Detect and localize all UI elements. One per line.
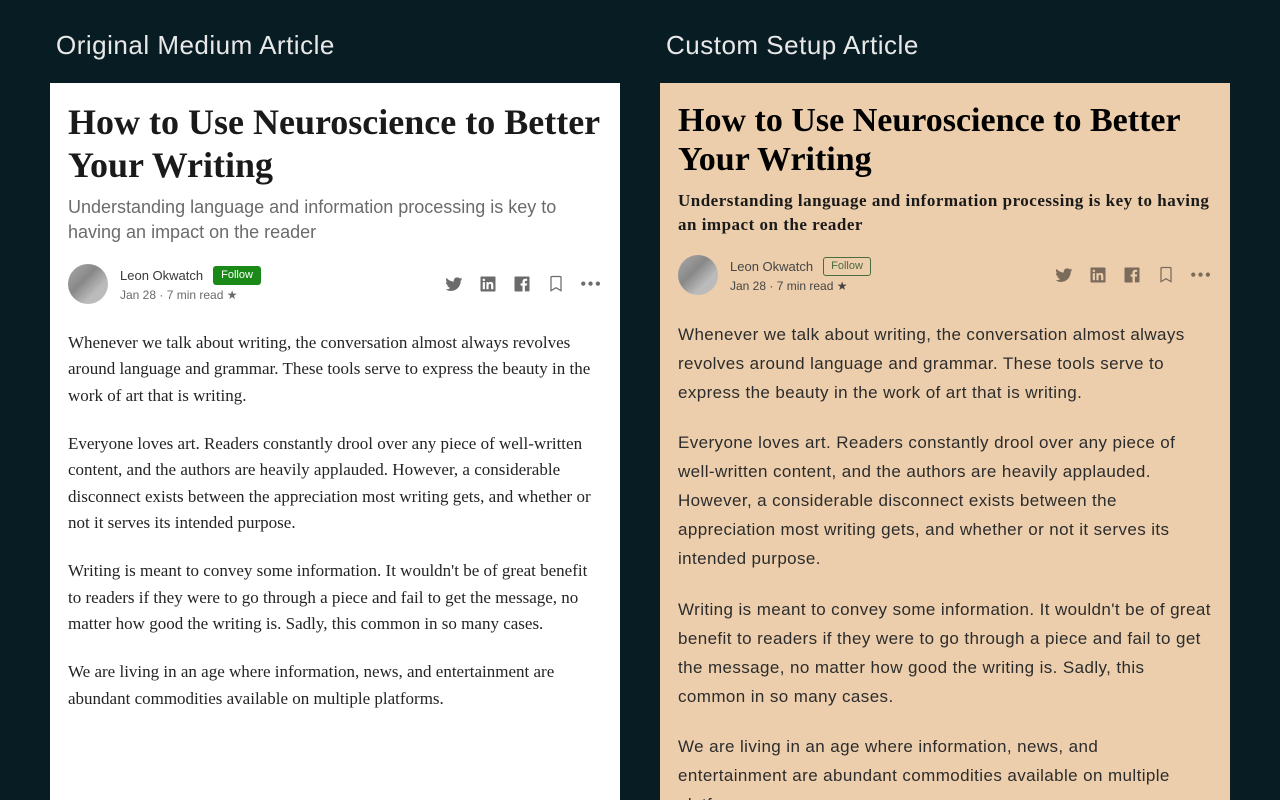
more-icon[interactable]: ••• (1190, 266, 1212, 284)
original-column: Original Medium Article How to Use Neuro… (50, 30, 620, 800)
custom-column: Custom Setup Article How to Use Neurosci… (660, 30, 1230, 800)
date-readtime: Jan 28 · 7 min read ★ (730, 279, 871, 293)
facebook-icon[interactable] (1122, 265, 1142, 285)
custom-article: How to Use Neuroscience to Better Your W… (660, 83, 1230, 800)
paragraph: We are living in an age where informatio… (678, 733, 1212, 800)
paragraph: Writing is meant to convey some informat… (68, 558, 602, 637)
custom-label: Custom Setup Article (666, 30, 1230, 61)
paragraph: Whenever we talk about writing, the conv… (68, 330, 602, 409)
article-title: How to Use Neuroscience to Better Your W… (68, 101, 602, 187)
author-name[interactable]: Leon Okwatch (120, 268, 203, 283)
article-body: Whenever we talk about writing, the conv… (678, 321, 1212, 800)
article-title: How to Use Neuroscience to Better Your W… (678, 101, 1212, 179)
meta-text: Leon Okwatch Follow Jan 28 · 7 min read … (120, 266, 261, 302)
follow-button[interactable]: Follow (213, 266, 261, 285)
original-label: Original Medium Article (56, 30, 620, 61)
paragraph: Writing is meant to convey some informat… (678, 596, 1212, 712)
date-readtime: Jan 28 · 7 min read ★ (120, 288, 261, 302)
paragraph: We are living in an age where informatio… (68, 659, 602, 712)
paragraph: Whenever we talk about writing, the conv… (678, 321, 1212, 408)
linkedin-icon[interactable] (478, 274, 498, 294)
twitter-icon[interactable] (444, 274, 464, 294)
meta-row: Leon Okwatch Follow Jan 28 · 7 min read … (68, 264, 602, 304)
author-name[interactable]: Leon Okwatch (730, 259, 813, 274)
share-icons: ••• (1054, 265, 1212, 285)
author-line: Leon Okwatch Follow (120, 266, 261, 285)
facebook-icon[interactable] (512, 274, 532, 294)
paragraph: Everyone loves art. Readers constantly d… (68, 431, 602, 536)
author-avatar[interactable] (68, 264, 108, 304)
comparison-wrapper: Original Medium Article How to Use Neuro… (0, 0, 1280, 800)
article-subtitle: Understanding language and information p… (678, 189, 1212, 237)
meta-left: Leon Okwatch Follow Jan 28 · 7 min read … (68, 264, 261, 304)
follow-button[interactable]: Follow (823, 257, 871, 276)
author-line: Leon Okwatch Follow (730, 257, 871, 276)
share-icons: ••• (444, 274, 602, 294)
more-icon[interactable]: ••• (580, 275, 602, 293)
article-body: Whenever we talk about writing, the conv… (68, 330, 602, 712)
original-article: How to Use Neuroscience to Better Your W… (50, 83, 620, 800)
meta-row: Leon Okwatch Follow Jan 28 · 7 min read … (678, 255, 1212, 295)
bookmark-icon[interactable] (1156, 265, 1176, 285)
meta-text: Leon Okwatch Follow Jan 28 · 7 min read … (730, 257, 871, 293)
meta-left: Leon Okwatch Follow Jan 28 · 7 min read … (678, 255, 871, 295)
linkedin-icon[interactable] (1088, 265, 1108, 285)
twitter-icon[interactable] (1054, 265, 1074, 285)
bookmark-icon[interactable] (546, 274, 566, 294)
paragraph: Everyone loves art. Readers constantly d… (678, 429, 1212, 573)
author-avatar[interactable] (678, 255, 718, 295)
article-subtitle: Understanding language and information p… (68, 195, 602, 244)
